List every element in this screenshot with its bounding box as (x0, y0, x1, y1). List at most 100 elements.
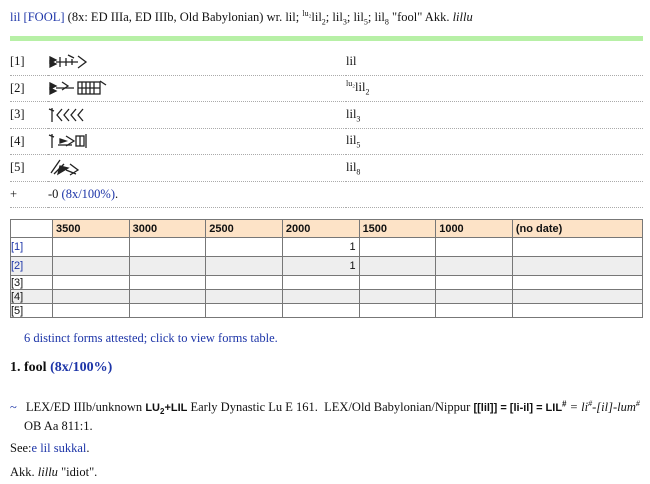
date-cell (205, 256, 283, 276)
lex-source-2: LEX/Old Babylonian/Nippur (324, 400, 471, 415)
date-cell (511, 303, 644, 318)
form-text: lil3 (346, 101, 643, 129)
date-cell: 1 (281, 237, 360, 257)
plus-mark: + (10, 181, 48, 208)
akk-word: lillu (37, 465, 58, 479)
date-cell (52, 303, 130, 318)
lex-sign-1: LU2+LIL (145, 402, 188, 417)
date-cell (435, 256, 513, 276)
date-cell (511, 256, 644, 276)
sense-word: fool (24, 360, 47, 375)
date-cell (358, 237, 437, 257)
pos-text: FOOL (27, 10, 61, 25)
date-cell (205, 289, 283, 304)
date-cell (281, 289, 360, 304)
date-header: (no date) (511, 219, 644, 238)
table-row: [3] (10, 275, 644, 290)
form-row: [2] lu₂lil2 (10, 75, 643, 102)
form-text: lu₂lil2 (346, 75, 643, 102)
lemma-link[interactable]: lil (10, 10, 20, 24)
date-cell (52, 256, 130, 276)
date-cell (358, 289, 437, 304)
writing-8: lil8 (374, 10, 389, 27)
lexical-attestations: ~ LEX/ED IIIb/unknown LU2+LIL Early Dyna… (10, 396, 644, 434)
tilde-marker: ~ (10, 400, 17, 415)
date-header-row: 3500 3000 2500 2000 1500 1000 (no date) (10, 219, 644, 238)
forms-table: [1] lil [2] lu₂lil2 [3] lil3 [4] lil5 [5… (10, 49, 643, 208)
cuneiform-sign-icon (48, 75, 346, 102)
row-label: [3] (10, 275, 53, 290)
date-cell (52, 275, 130, 290)
date-cell (52, 237, 130, 257)
akkadian-gloss: Akk. lillu "idiot". (10, 465, 97, 480)
form-count-link[interactable]: (8x/100%) (62, 187, 115, 201)
see-label: See: (10, 441, 32, 455)
date-cell (205, 237, 283, 257)
date-cell (128, 303, 207, 318)
date-header: 1000 (435, 219, 513, 238)
date-cell (205, 275, 283, 290)
form-text: lil (346, 49, 643, 76)
see-also: See:e lil sukkal. (10, 441, 90, 455)
form-index: [3] (10, 101, 48, 129)
date-header: 2500 (205, 219, 283, 238)
form-index: [2] (10, 75, 48, 102)
writing-1: lil; (285, 10, 300, 25)
date-cell (511, 289, 644, 304)
date-header: 3500 (52, 219, 130, 238)
lex-source-1: LEX/ED IIIb/unknown (25, 400, 143, 415)
table-row: [2] 1 (10, 256, 644, 276)
row-label: [4] (10, 289, 53, 304)
date-cell (358, 303, 437, 318)
date-cell (511, 237, 644, 257)
lex-text-1: Early Dynastic Lu E 161. (190, 400, 318, 415)
date-cell (128, 275, 207, 290)
date-cell (358, 275, 437, 290)
form-index: [4] (10, 128, 48, 155)
gloss: "fool" Akk. (392, 10, 450, 25)
date-cell (128, 289, 207, 304)
writing-5: lil5 (353, 10, 368, 27)
form-row: [5] lil8 (10, 154, 643, 182)
sense-count-link[interactable]: (8x/100%) (50, 360, 112, 375)
cuneiform-sign-icon (48, 101, 346, 129)
row-link[interactable]: [1] (11, 241, 23, 253)
date-header: 2000 (281, 219, 360, 238)
date-cell (435, 289, 513, 304)
distinct-forms-link[interactable]: 6 distinct forms attested; click to view… (24, 331, 278, 346)
date-header: 3000 (128, 219, 207, 238)
row-label: [1] (10, 237, 53, 257)
form-summary-row: + -0 (8x/100%). (10, 181, 643, 208)
table-row: [1] 1 (10, 237, 644, 257)
date-cell (281, 275, 360, 290)
date-cell (52, 289, 130, 304)
entry-header: lil [FOOL] (8x: ED IIIa, ED IIIb, Old Ba… (10, 9, 473, 27)
akk-label: Akk. (10, 465, 35, 479)
form-row: [3] lil3 (10, 101, 643, 129)
date-cell: 1 (281, 256, 360, 276)
table-row: [5] (10, 303, 644, 318)
date-cell (511, 275, 644, 290)
form-row: [1] lil (10, 49, 643, 76)
pos-link[interactable]: [FOOL] (24, 10, 65, 24)
attestation-summary: (8x: ED IIIa, ED IIIb, Old Babylonian) w… (67, 10, 283, 25)
date-cell (128, 256, 207, 276)
date-cell (358, 256, 437, 276)
sense-number: 1. (10, 360, 21, 375)
writing-3: lil3 (332, 10, 347, 27)
table-row: [4] (10, 289, 644, 304)
date-cell (435, 275, 513, 290)
row-label: [5] (10, 303, 53, 318)
cuneiform-sign-icon (48, 128, 346, 155)
corner-cell (10, 219, 53, 238)
row-link[interactable]: [2] (11, 260, 23, 272)
date-cell (435, 237, 513, 257)
form-row: [4] lil5 (10, 128, 643, 155)
see-link[interactable]: e lil sukkal (32, 441, 87, 455)
cuneiform-sign-icon (48, 154, 346, 182)
date-cell (205, 303, 283, 318)
akk-meaning: "idiot". (61, 465, 98, 479)
cuneiform-sign-icon (48, 49, 346, 76)
date-cell (281, 303, 360, 318)
lex-text-2: OB Aa 811:1. (24, 419, 93, 434)
